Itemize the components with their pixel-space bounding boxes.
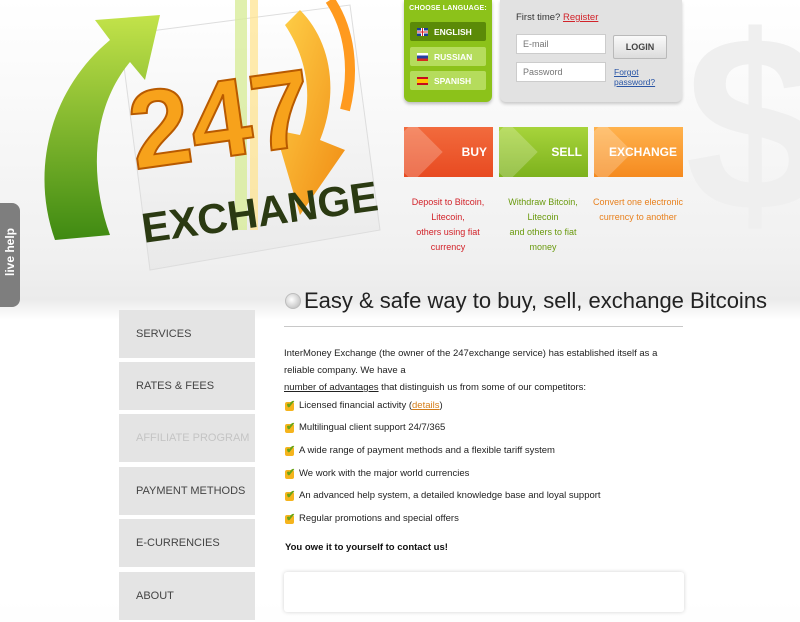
- password-input[interactable]: [516, 62, 606, 82]
- list-item: ✔ Licensed financial activity (details): [285, 398, 443, 411]
- login-button[interactable]: LOGIN: [613, 35, 667, 59]
- svg-text:$: $: [685, 0, 800, 250]
- buy-description: Deposit to Bitcoin, Litecoin, others usi…: [411, 197, 485, 252]
- language-panel: CHOOSE LANGUAGE: ENGLISH RUSSIAN SPANISH: [404, 0, 492, 102]
- contact-note: You owe it to yourself to contact us!: [285, 542, 448, 553]
- sidebar-nav: SERVICES RATES & FEES AFFILIATE PROGRAM …: [119, 310, 255, 622]
- checkmark-icon: ✔: [285, 398, 296, 411]
- first-time-text: First time? Register: [516, 12, 599, 23]
- language-title: CHOOSE LANGUAGE:: [409, 5, 487, 12]
- exchange-description: Convert one electronic currency to anoth…: [592, 197, 684, 222]
- hero-logo-graphic: 247 EXCHANGE: [44, 0, 381, 271]
- russia-flag-icon: [417, 52, 428, 61]
- advantages-link[interactable]: number of advantages: [284, 382, 379, 393]
- dollar-sign-watermark-icon: $: [685, 0, 800, 250]
- list-item: ✔ A wide range of payment methods and a …: [285, 443, 555, 456]
- page-title: Easy & safe way to buy, sell, exchange B…: [304, 288, 768, 313]
- content-box: [284, 572, 684, 612]
- login-panel: First time? Register LOGIN Forgot passwo…: [500, 0, 682, 102]
- sidebar-item-services[interactable]: SERVICES: [119, 310, 255, 360]
- language-spanish-button[interactable]: SPANISH: [410, 71, 486, 90]
- sidebar-item-e-currencies[interactable]: E-CURRENCIES: [119, 519, 255, 569]
- live-help-label: live help: [3, 227, 17, 277]
- language-russian-button[interactable]: RUSSIAN: [410, 47, 486, 66]
- exchange-button[interactable]: EXCHANGE: [594, 127, 683, 177]
- uk-flag-icon: [417, 27, 428, 36]
- list-item: ✔ We work with the major world currencie…: [285, 466, 470, 479]
- sidebar-item-about[interactable]: ABOUT: [119, 572, 255, 622]
- logo-number: 247: [121, 46, 320, 193]
- checkmark-icon: ✔: [285, 511, 296, 524]
- title-divider: [284, 326, 683, 327]
- email-input[interactable]: [516, 34, 606, 54]
- checkmark-icon: ✔: [285, 421, 296, 434]
- features-list: ✔ Licensed financial activity (details) …: [285, 394, 601, 530]
- intro-paragraph: InterMoney Exchange (the owner of the 24…: [284, 348, 658, 393]
- sell-button[interactable]: SELL: [499, 127, 588, 177]
- register-link[interactable]: Register: [563, 12, 598, 23]
- details-link[interactable]: details: [412, 400, 439, 411]
- sidebar-item-affiliate-program[interactable]: AFFILIATE PROGRAM: [119, 414, 255, 464]
- headline-bullet-icon: [285, 293, 301, 309]
- checkmark-icon: ✔: [285, 466, 296, 479]
- language-english-button[interactable]: ENGLISH: [410, 22, 486, 41]
- list-item: ✔ Multilingual client support 24/7/365: [285, 421, 446, 434]
- list-item: ✔ An advanced help system, a detailed kn…: [285, 489, 601, 502]
- live-help-tab[interactable]: live help: [0, 203, 20, 307]
- sidebar-item-rates-fees[interactable]: RATES & FEES: [119, 362, 255, 412]
- spain-flag-icon: [417, 76, 428, 85]
- forgot-password-link[interactable]: Forgot password?: [614, 67, 682, 87]
- sidebar-item-payment-methods[interactable]: PAYMENT METHODS: [119, 467, 255, 517]
- list-item: ✔ Regular promotions and special offers: [285, 511, 459, 524]
- sell-description: Withdraw Bitcoin, Litecoin and others to…: [508, 197, 578, 252]
- checkmark-icon: ✔: [285, 489, 296, 502]
- buy-button[interactable]: BUY: [404, 127, 493, 177]
- checkmark-icon: ✔: [285, 443, 296, 456]
